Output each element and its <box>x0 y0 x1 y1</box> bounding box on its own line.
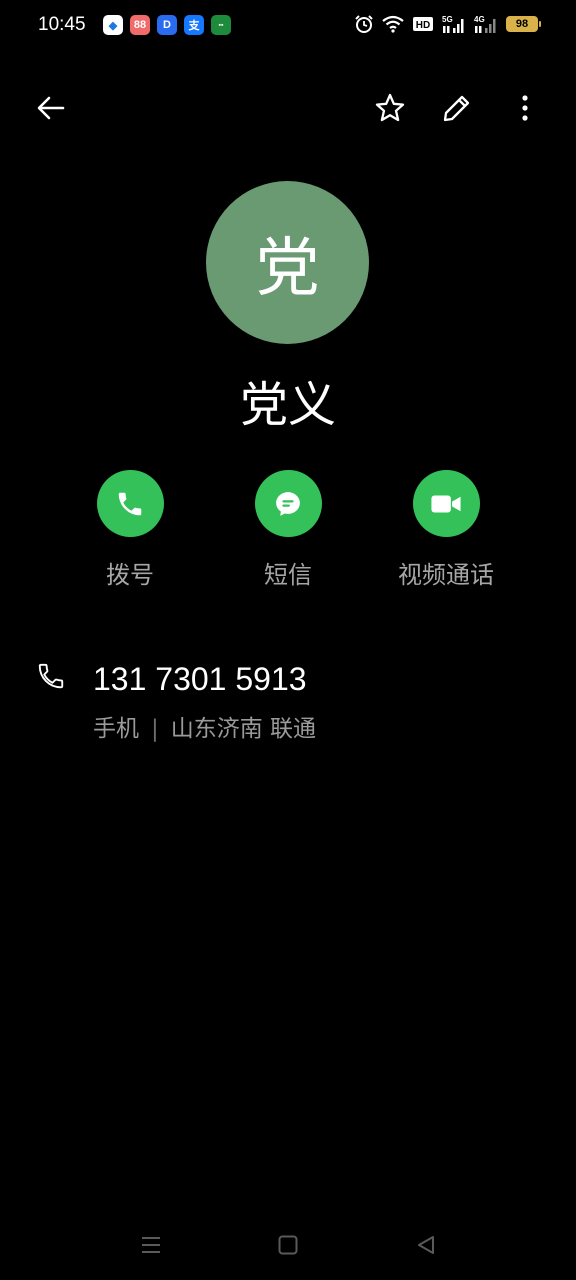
top-action-bar <box>0 80 576 136</box>
status-time: 10:45 <box>38 14 86 35</box>
phone-outline-icon <box>36 661 66 695</box>
phone-number[interactable]: 131 7301 5913 <box>93 661 307 698</box>
svg-text:HD: HD <box>416 20 430 31</box>
video-call-action[interactable]: 视频通话 <box>366 470 526 590</box>
app-icon-2: 88 <box>130 15 150 35</box>
dial-action[interactable]: 拨号 <box>50 470 210 590</box>
back-arrow-icon <box>37 96 65 120</box>
more-options-button[interactable] <box>503 86 547 130</box>
system-back-button[interactable] <box>411 1230 441 1260</box>
edit-button[interactable] <box>435 86 479 130</box>
sms-action[interactable]: 短信 <box>208 470 368 590</box>
contact-name: 党义 <box>239 377 336 433</box>
favorite-button[interactable] <box>368 86 412 130</box>
app-icon-1: ◆ <box>103 15 123 35</box>
phone-meta: 手机 | 山东济南 联通 <box>93 709 316 743</box>
phone-location: 山东济南 联通 <box>170 716 317 742</box>
avatar-initial: 党 <box>255 231 320 306</box>
app-icon-3: D <box>157 15 177 35</box>
more-vertical-icon <box>522 95 528 121</box>
star-icon <box>375 93 405 122</box>
alipay-icon: 支 <box>184 15 204 35</box>
video-camera-icon <box>431 495 461 512</box>
recents-button[interactable] <box>136 1230 166 1260</box>
signal-4g-icon: 4G <box>474 14 498 34</box>
triangle-back-icon <box>418 1236 434 1254</box>
system-navigation-bar <box>0 1222 576 1268</box>
message-icon <box>276 491 300 516</box>
phone-meta-separator: | <box>151 716 159 742</box>
sms-label: 短信 <box>264 561 312 589</box>
pencil-icon <box>443 95 470 122</box>
menu-icon <box>142 1237 160 1253</box>
svg-text:4G: 4G <box>474 15 485 24</box>
dial-button[interactable] <box>96 470 164 537</box>
signal-5g-icon: 5G <box>442 14 466 34</box>
phone-type: 手机 <box>93 716 139 742</box>
phone-number-entry[interactable]: 131 7301 5913 手机 | 山东济南 联通 <box>0 655 576 755</box>
battery-indicator: 98 <box>506 16 541 32</box>
home-button[interactable] <box>273 1230 303 1260</box>
notification-icons: ◆ 88 D 支 ▪▪ <box>103 15 231 35</box>
dial-label: 拨号 <box>106 561 154 589</box>
wifi-icon <box>382 15 404 33</box>
status-bar: 10:45 ◆ 88 D 支 ▪▪ HD 5G 4G 98 <box>0 0 576 52</box>
contact-avatar[interactable]: 党 <box>206 181 369 344</box>
system-icons: HD 5G 4G 98 <box>354 14 541 34</box>
video-call-button[interactable] <box>412 470 480 537</box>
alarm-icon <box>354 14 374 34</box>
svg-text:5G: 5G <box>442 15 453 24</box>
sms-button[interactable] <box>254 470 322 537</box>
app-icon-5: ▪▪ <box>211 15 231 35</box>
square-icon <box>278 1235 298 1255</box>
video-call-label: 视频通话 <box>398 561 494 589</box>
phone-icon <box>118 492 142 515</box>
back-button[interactable] <box>29 86 73 130</box>
hd-icon: HD <box>412 16 434 32</box>
